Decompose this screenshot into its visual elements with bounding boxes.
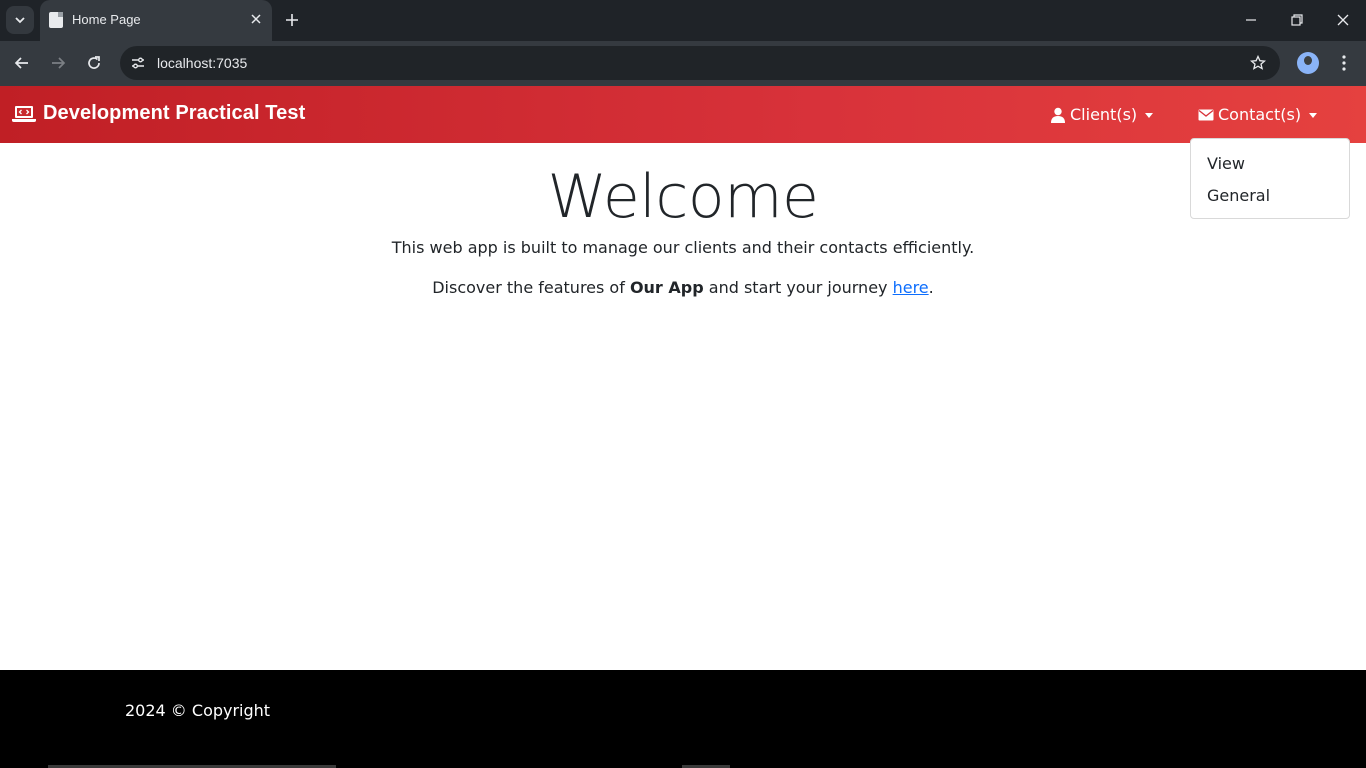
page-footer: 2024 © Copyright — [0, 670, 1366, 768]
browser-tab-bar: Home Page — [0, 0, 1366, 41]
back-icon — [14, 57, 28, 69]
reload-button[interactable] — [80, 49, 108, 77]
browser-tab[interactable]: Home Page — [40, 0, 272, 41]
brand-link[interactable]: Development Practical Test — [12, 102, 305, 125]
site-info-button[interactable] — [126, 51, 150, 75]
back-button[interactable] — [8, 49, 36, 77]
tab-list-button[interactable] — [6, 6, 34, 34]
caret-down-icon — [1309, 113, 1318, 118]
reload-icon — [88, 56, 100, 69]
plus-icon — [286, 14, 298, 26]
clients-label: Client(s) — [1070, 105, 1138, 124]
tab-close-button[interactable] — [248, 11, 264, 27]
brand-title: Development Practical Test — [43, 102, 306, 124]
star-icon — [1250, 55, 1266, 70]
contacts-dropdown-toggle[interactable]: Contact(s) — [1198, 105, 1318, 124]
app-name-bold: Our App — [629, 278, 704, 297]
browser-menu-button[interactable] — [1334, 53, 1354, 73]
url-text[interactable]: localhost:7035 — [157, 55, 247, 71]
tab-title: Home Page — [72, 12, 141, 27]
chevron-down-icon — [15, 17, 25, 24]
browser-toolbar: localhost:7035 — [0, 41, 1366, 86]
more-vert-icon — [1342, 55, 1346, 71]
new-tab-button[interactable] — [280, 8, 304, 32]
here-link[interactable]: here — [893, 278, 929, 297]
restore-button[interactable] — [1274, 0, 1320, 40]
laptop-code-icon — [12, 105, 36, 122]
page-title: Welcome — [547, 162, 819, 232]
envelope-icon — [1198, 109, 1214, 120]
clients-dropdown-toggle[interactable]: Client(s) — [1050, 105, 1154, 124]
discover-suffix: . — [928, 278, 934, 297]
close-window-button[interactable] — [1320, 0, 1366, 40]
discover-middle: and start your journey — [703, 278, 893, 297]
user-icon — [1051, 107, 1065, 123]
app-navbar: Development Practical Test Client(s) Con… — [0, 86, 1366, 143]
discover-prefix: Discover the features of — [432, 278, 630, 297]
page-favicon-icon — [49, 12, 63, 28]
close-window-icon — [1337, 14, 1349, 26]
forward-icon — [52, 57, 66, 69]
minimize-icon — [1246, 19, 1256, 21]
copyright-text: 2024 © Copyright — [125, 701, 271, 720]
intro-text: This web app is built to manage our clie… — [391, 238, 975, 257]
bookmark-button[interactable] — [1248, 53, 1268, 73]
close-icon — [251, 14, 261, 24]
restore-icon — [1291, 14, 1303, 26]
contacts-label: Contact(s) — [1218, 105, 1302, 124]
caret-down-icon — [1145, 113, 1154, 118]
minimize-button[interactable] — [1228, 0, 1274, 40]
address-bar[interactable]: localhost:7035 — [120, 46, 1280, 80]
forward-button[interactable] — [44, 49, 72, 77]
site-info-icon — [132, 57, 144, 69]
discover-text: Discover the features of Our App and sta… — [0, 278, 1366, 297]
avatar-icon[interactable] — [1297, 52, 1319, 74]
